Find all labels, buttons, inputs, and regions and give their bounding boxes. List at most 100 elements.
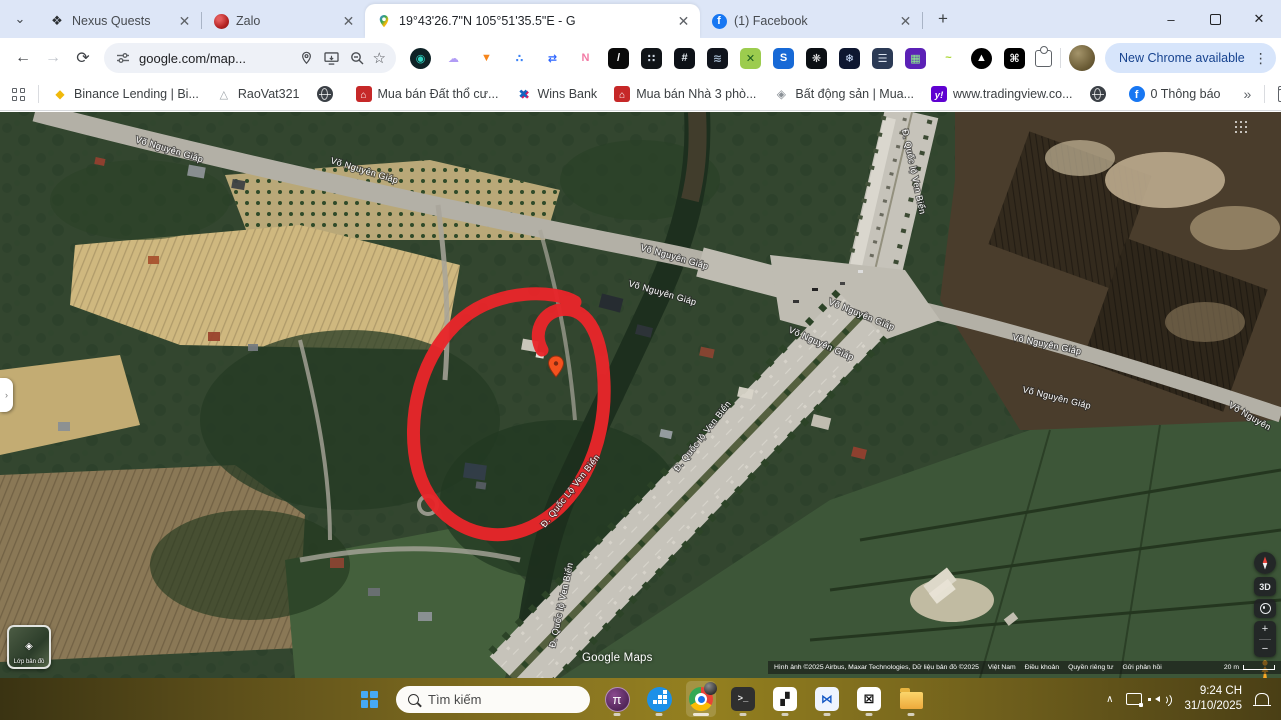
taskbar-clock[interactable]: 9:24 CH 31/10/2025 xyxy=(1184,684,1242,714)
bookmark-favicon xyxy=(773,86,789,102)
bookmark-item[interactable]: Mua bán Nhà 3 phò... xyxy=(614,86,756,102)
taskbar-file-explorer[interactable] xyxy=(896,681,926,717)
side-panel-expand-button[interactable]: › xyxy=(0,378,13,412)
map-layers-control[interactable]: ◈ Lớp bản đồ xyxy=(7,625,51,669)
bookmark-favicon xyxy=(931,86,947,102)
map-attribution-bar: Hình ảnh ©2025 Airbus, Maxar Technologie… xyxy=(768,661,1281,674)
scale-label: 20 m xyxy=(1224,664,1239,671)
extension-icon[interactable]: ≋ xyxy=(707,48,728,69)
maximize-button[interactable] xyxy=(1193,0,1237,38)
extension-icon[interactable]: ~ xyxy=(938,48,959,69)
terminal-icon: >_ xyxy=(731,687,755,711)
extension-icon[interactable]: # xyxy=(674,48,695,69)
bookmark-item[interactable]: www.tradingview.co... xyxy=(931,86,1073,102)
volume-icon[interactable] xyxy=(1155,693,1171,705)
extension-icon[interactable]: ✕ xyxy=(740,48,761,69)
taskbar-capcut[interactable]: ⊠ xyxy=(854,681,884,717)
tab-title: (1) Facebook xyxy=(734,14,886,28)
extension-icon[interactable]: ◉ xyxy=(410,48,431,69)
extension-icon[interactable]: ☁ xyxy=(443,48,464,69)
bookmark-item[interactable]: RaoVat321 xyxy=(216,86,300,102)
address-bar[interactable]: google.com/map... ☆ xyxy=(104,43,396,73)
compass-control[interactable] xyxy=(1254,552,1276,574)
forward-button[interactable]: → xyxy=(38,43,68,73)
tune-icon[interactable] xyxy=(114,49,132,67)
zoom-in-button[interactable]: + xyxy=(1262,623,1268,635)
bookmark-item[interactable] xyxy=(317,86,339,102)
bookmark-favicon xyxy=(216,86,232,102)
tab-zalo[interactable]: Zalo ✕ xyxy=(202,4,365,38)
zoom-out-page-icon[interactable] xyxy=(348,49,366,67)
extension-icon[interactable]: ❄ xyxy=(839,48,860,69)
network-icon[interactable] xyxy=(1126,693,1142,705)
3d-toggle-button[interactable]: 3D xyxy=(1254,577,1276,596)
extension-icon[interactable]: / xyxy=(608,48,629,69)
tab-search-icon[interactable]: ⌄ xyxy=(8,7,32,31)
taskbar-docker[interactable] xyxy=(644,681,674,717)
bookmark-item[interactable]: Bất động sản | Mua... xyxy=(773,86,914,102)
footer-link[interactable]: Quyền riêng tư xyxy=(1068,664,1113,671)
taskbar-wins-bank[interactable]: ⋈ xyxy=(812,681,842,717)
extension-icon[interactable]: S xyxy=(773,48,794,69)
tiles-grid-icon[interactable] xyxy=(1235,121,1248,134)
back-button[interactable]: ← xyxy=(8,43,38,73)
taskbar-pi-network[interactable]: π xyxy=(602,681,632,717)
notifications-bell-icon[interactable] xyxy=(1255,693,1269,705)
bookmark-favicon xyxy=(356,86,372,102)
extension-icon[interactable]: ▼ xyxy=(476,48,497,69)
bookmark-item[interactable]: 0 Thông báo xyxy=(1129,86,1221,102)
extension-icon[interactable]: ∷ xyxy=(641,48,662,69)
bookmark-item[interactable]: Binance Lending | Bi... xyxy=(52,86,199,102)
taskbar-chrome[interactable] xyxy=(686,681,716,717)
reload-button[interactable]: ⟳ xyxy=(68,43,98,73)
apps-grid-icon[interactable] xyxy=(12,88,25,101)
extension-icon[interactable]: ☰ xyxy=(872,48,893,69)
extension-icon[interactable]: ⇄ xyxy=(542,48,563,69)
bookmark-item[interactable]: Wins Bank xyxy=(515,86,597,102)
minimize-button[interactable]: – xyxy=(1149,0,1193,38)
taskbar-terminal[interactable]: >_ xyxy=(728,681,758,717)
extension-icon[interactable]: ⌘ xyxy=(1004,48,1025,69)
tray-expand-chevron[interactable]: ∧ xyxy=(1106,694,1113,705)
extension-icon[interactable]: ❋ xyxy=(806,48,827,69)
footer-link[interactable]: Điều khoản xyxy=(1025,664,1059,671)
install-icon[interactable] xyxy=(323,49,341,67)
close-tab-icon[interactable]: ✕ xyxy=(675,13,692,30)
close-window-button[interactable]: ✕ xyxy=(1237,0,1281,38)
footer-link[interactable]: Gửi phản hồi xyxy=(1122,664,1161,671)
close-tab-icon[interactable]: ✕ xyxy=(176,13,193,30)
taskbar-search[interactable]: Tìm kiếm xyxy=(396,686,590,713)
extension-icon[interactable]: ▦ xyxy=(905,48,926,69)
menu-kebab-icon[interactable]: ⋮ xyxy=(1254,50,1268,67)
extension-icon[interactable]: ∴ xyxy=(509,48,530,69)
extension-icon[interactable]: N xyxy=(575,48,596,69)
extension-icon[interactable]: ▲ xyxy=(971,48,992,69)
map-canvas[interactable]: Võ Nguyên Giáp Võ Nguyên Giáp Võ Nguyên … xyxy=(0,112,1281,678)
zoom-out-button[interactable]: − xyxy=(1262,643,1268,655)
location-pin-icon[interactable] xyxy=(298,49,316,67)
close-tab-icon[interactable]: ✕ xyxy=(897,13,914,30)
chrome-update-pill[interactable]: New Chrome available ⋮ xyxy=(1105,43,1276,73)
tab-facebook[interactable]: f (1) Facebook ✕ xyxy=(700,4,922,38)
bookmark-star-icon[interactable]: ☆ xyxy=(373,49,386,67)
extensions-menu-icon[interactable] xyxy=(1035,50,1052,67)
start-button[interactable] xyxy=(352,683,386,715)
bookmark-list: Binance Lending | Bi... RaoVat321 Mua bá… xyxy=(52,86,1221,102)
tab-google-maps[interactable]: 19°43'26.7"N 105°51'35.5"E - G ✕ xyxy=(365,4,700,38)
nexus-quests-favicon: ❖ xyxy=(49,13,65,29)
new-tab-button[interactable]: + xyxy=(930,6,956,32)
bookmark-item[interactable]: Mua bán Đất thổ cư... xyxy=(356,86,499,102)
taskbar-trading-app[interactable]: ▞ xyxy=(770,681,800,717)
pi-network-icon: π xyxy=(605,687,630,712)
bookmark-favicon xyxy=(52,86,68,102)
my-location-button[interactable] xyxy=(1254,599,1276,618)
taskbar-apps: π >_ ▞ ⋈ ⊠ xyxy=(602,681,926,717)
footer-link[interactable]: Việt Nam xyxy=(988,664,1016,671)
close-tab-icon[interactable]: ✕ xyxy=(340,13,357,30)
bookmark-item[interactable] xyxy=(1090,86,1112,102)
tab-nexus-quests[interactable]: ❖ Nexus Quests ✕ xyxy=(38,4,201,38)
profile-avatar[interactable] xyxy=(1069,45,1095,71)
bookmarks-overflow-chevron[interactable]: » xyxy=(1244,86,1252,102)
tab-title: 19°43'26.7"N 105°51'35.5"E - G xyxy=(399,14,664,28)
clock-time: 9:24 CH xyxy=(1184,684,1242,699)
